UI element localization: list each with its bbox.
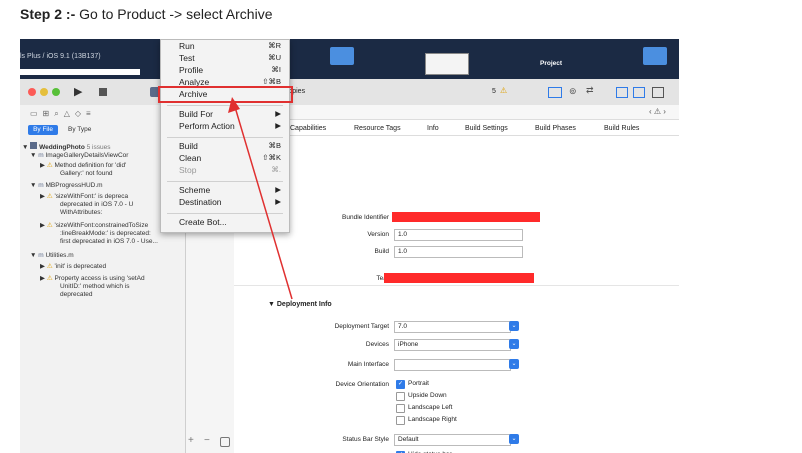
step-heading: Step 2 :- Go to Product -> select Archiv… bbox=[20, 6, 273, 22]
arrow-line bbox=[234, 106, 293, 300]
step-text: Go to Product -> select Archive bbox=[75, 6, 273, 22]
arrow-head bbox=[228, 97, 240, 113]
step-label: Step 2 :- bbox=[20, 6, 76, 22]
xcode-screenshot: ls Plus / iOS 9.1 (13B137) Project ▶ ssi… bbox=[20, 39, 679, 453]
annotation-arrow bbox=[228, 97, 293, 300]
